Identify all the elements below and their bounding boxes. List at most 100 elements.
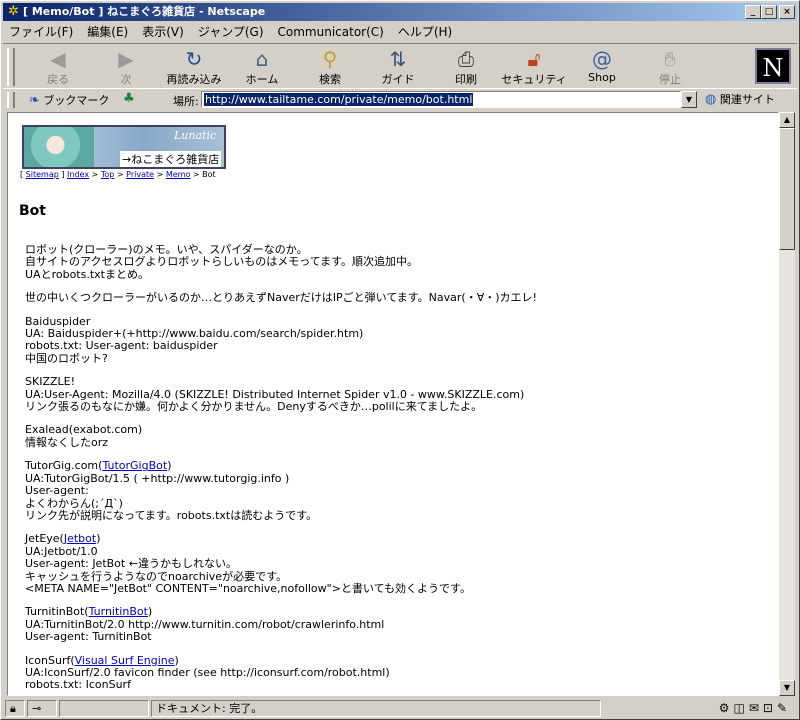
- stop-icon: ✋︎: [664, 47, 676, 71]
- netscape-app-icon[interactable]: ✲: [6, 4, 21, 19]
- banner-shop-name: →ねこまぐろ雑貨店: [120, 151, 222, 167]
- location-dropdown-button[interactable]: ▼: [681, 91, 697, 108]
- scroll-down-button[interactable]: ▼: [779, 680, 795, 696]
- stop-button[interactable]: ✋︎ 停止: [637, 47, 703, 87]
- location-grip[interactable]: [7, 92, 15, 108]
- news-icon[interactable]: ⊡: [763, 700, 773, 717]
- minimize-button[interactable]: _: [745, 5, 761, 19]
- back-arrow-icon: ◀: [50, 47, 66, 71]
- lock-icon: 🔓︎: [527, 47, 541, 71]
- navigator-icon[interactable]: ◫: [733, 700, 744, 717]
- intro-line: UAとrobots.txtまとめ。: [25, 267, 149, 281]
- security-status-icon[interactable]: 🔒︎: [5, 700, 25, 717]
- bot-note: リンク先が説明になってます。robots.txtは読むようです。: [25, 508, 318, 522]
- menu-communicator[interactable]: Communicator(C): [278, 25, 384, 39]
- bot-robots: User-agent: TurnitinBot: [25, 630, 152, 644]
- page-content: Lunatic →ねこまぐろ雑貨店 [ Sitemap ] Index > To…: [7, 112, 779, 696]
- offline-icon[interactable]: ⚙: [719, 700, 730, 717]
- location-url: http://www.tailtame.com/private/memo/bot…: [204, 93, 474, 106]
- close-button[interactable]: ×: [779, 5, 795, 19]
- memo-body: ロボット(クローラー)のメモ。いや、スパイダーなのか。 自サイトのアクセスログよ…: [25, 243, 765, 692]
- banner-brand: Lunatic: [174, 129, 217, 142]
- bot-name: TutorGig.com(TutorGigBot): [25, 459, 172, 473]
- title-bar: ✲ [ Memo/Bot ] ねこまぐろ雑貨店 - Netscape _ □ ×: [3, 3, 797, 21]
- related-sites-button[interactable]: ◍ 関連サイト: [705, 91, 775, 108]
- breadcrumb-sitemap-link[interactable]: Sitemap: [26, 170, 59, 179]
- netscape-logo[interactable]: N: [755, 48, 791, 84]
- vertical-scrollbar[interactable]: ▲ ▼: [779, 112, 795, 696]
- bot-note: 中国のロボット?: [25, 351, 108, 365]
- mail-icon[interactable]: ✉: [749, 700, 759, 717]
- bot-name: TurnitinBot(TurnitinBot): [25, 605, 153, 619]
- component-bar: ⚙ ◫ ✉ ⊡ ✎: [719, 700, 787, 717]
- menu-help[interactable]: ヘルプ(H): [398, 23, 452, 40]
- navigation-toolbar: ◀ 戻る ▶ 次 ↻ 再読み込み ⌂ ホーム ⚲ 検索 ⇅ ガイド ⎙ 印刷 🔓︎ セキュリティ…: [3, 43, 797, 89]
- site-banner[interactable]: Lunatic →ねこまぐろ雑貨店: [22, 125, 226, 169]
- intro-line: 世の中いくつクローラーがいるのか…とりあえずNaverだけはIPごと弾いてます。…: [25, 291, 537, 305]
- composer-icon[interactable]: ✎: [777, 700, 787, 717]
- bookmarks-button[interactable]: ❧ ブックマーク: [29, 92, 109, 108]
- printer-icon: ⎙: [458, 47, 474, 71]
- forward-arrow-icon: ▶: [118, 47, 134, 71]
- banner-illustration: [24, 127, 94, 167]
- breadcrumb-index-link[interactable]: Index: [67, 170, 89, 179]
- location-label: 場所:: [173, 95, 199, 108]
- bot-note: リンク張るのもなにか嫌。何かよく分かりません。Denyするべきか…polilに来…: [25, 400, 483, 414]
- intro-line: 自サイトのアクセスログよりロボットらしいものはメモってます。順次追加中。: [25, 255, 419, 269]
- print-button[interactable]: ⎙ 印刷: [433, 47, 499, 87]
- bot-name: SKIZZLE!: [25, 375, 75, 389]
- menu-bar: ファイル(F) 編集(E) 表示(V) ジャンプ(G) Communicator…: [3, 22, 797, 41]
- turnitinbot-link[interactable]: TurnitinBot: [89, 605, 148, 618]
- scroll-thumb[interactable]: [779, 128, 795, 250]
- progress-area: [59, 700, 149, 717]
- home-icon: ⌂: [255, 47, 269, 71]
- home-button[interactable]: ⌂ ホーム: [229, 47, 295, 87]
- page-proxy-icon[interactable]: ♣: [123, 91, 135, 106]
- shop-button[interactable]: @ Shop: [569, 47, 635, 87]
- bot-name: Exalead(exabot.com): [25, 423, 143, 437]
- search-button[interactable]: ⚲ 検索: [297, 47, 363, 87]
- breadcrumb-private-link[interactable]: Private: [126, 170, 154, 179]
- visual-surf-engine-link[interactable]: Visual Surf Engine: [75, 654, 175, 667]
- location-toolbar: ❧ ブックマーク ♣ 場所: http://www.tailtame.com/p…: [3, 90, 797, 110]
- breadcrumb-memo-link[interactable]: Memo: [166, 170, 191, 179]
- location-input[interactable]: http://www.tailtame.com/private/memo/bot…: [201, 91, 681, 108]
- bot-note: <META NAME="JetBot" CONTENT="noarchive,n…: [25, 581, 471, 595]
- maximize-button[interactable]: □: [761, 5, 777, 19]
- shop-bag-icon: @: [592, 47, 612, 71]
- bookmark-icon: ❧: [29, 93, 40, 108]
- search-icon: ⚲: [322, 47, 338, 71]
- bot-ua: UA:TutorGigBot/1.5 ( +http://www.tutorgi…: [25, 471, 290, 485]
- bot-ua: UA:IconSurf/2.0 favicon finder (see http…: [25, 665, 390, 679]
- status-text: ドキュメント: 完了。: [151, 700, 601, 717]
- reload-icon: ↻: [185, 47, 203, 71]
- browser-window: ✲ [ Memo/Bot ] ねこまぐろ雑貨店 - Netscape _ □ ×…: [0, 0, 800, 720]
- scroll-up-button[interactable]: ▲: [779, 112, 795, 128]
- bot-robots: robots.txt: IconSurf: [25, 678, 131, 692]
- menu-view[interactable]: 表示(V): [142, 23, 184, 40]
- guide-icon: ⇅: [389, 47, 407, 71]
- status-bar: 🔒︎ ⊸ ドキュメント: 完了。 ⚙ ◫ ✉ ⊡ ✎: [3, 699, 797, 718]
- menu-go[interactable]: ジャンプ(G): [198, 23, 264, 40]
- guide-button[interactable]: ⇅ ガイド: [365, 47, 431, 87]
- bot-robots: User-agent: JetBot ←違うかもしれない。: [25, 557, 237, 571]
- menu-edit[interactable]: 編集(E): [87, 23, 128, 40]
- page-title: Bot: [19, 203, 46, 219]
- bot-name: JetEye(Jetbot): [25, 532, 101, 546]
- tutorgigbot-link[interactable]: TutorGigBot: [102, 459, 167, 472]
- breadcrumb-top-link[interactable]: Top: [101, 170, 115, 179]
- back-button[interactable]: ◀ 戻る: [25, 47, 91, 87]
- bot-robots: User-agent:: [25, 484, 89, 498]
- forward-button[interactable]: ▶ 次: [93, 47, 159, 87]
- toolbar-grip[interactable]: [7, 48, 15, 86]
- menu-file[interactable]: ファイル(F): [9, 23, 73, 40]
- bot-note: 情報なくしたorz: [25, 435, 109, 449]
- reload-button[interactable]: ↻ 再読み込み: [161, 47, 227, 87]
- window-title: [ Memo/Bot ] ねこまぐろ雑貨店 - Netscape: [23, 5, 266, 18]
- jetbot-link[interactable]: Jetbot: [64, 532, 96, 545]
- related-sites-icon: ◍: [705, 92, 717, 107]
- connection-status-icon: ⊸: [27, 700, 57, 717]
- breadcrumb: [ Sitemap ] Index > Top > Private > Memo…: [20, 170, 216, 179]
- security-button[interactable]: 🔓︎ セキュリティ: [501, 47, 567, 87]
- bot-robots: robots.txt: User-agent: baiduspider: [25, 339, 218, 353]
